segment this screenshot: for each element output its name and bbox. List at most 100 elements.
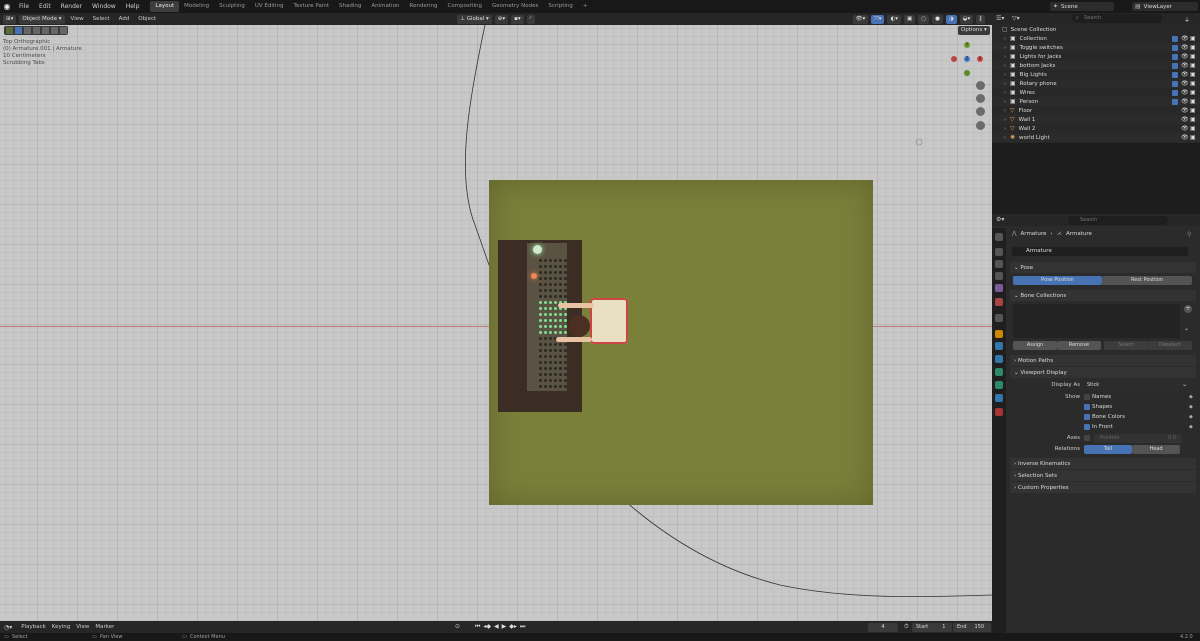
expand-arrow-icon[interactable]: ›	[1004, 135, 1006, 141]
include-checkbox[interactable]	[1172, 35, 1178, 42]
blender-logo-icon[interactable]: ◉	[0, 2, 14, 11]
tab-shading[interactable]: Shading	[334, 1, 366, 12]
expand-arrow-icon[interactable]: ›	[1004, 117, 1006, 123]
shapes-checkbox[interactable]	[1084, 404, 1090, 410]
tab-compositing[interactable]: Compositing	[443, 1, 487, 12]
editor-type-icon[interactable]: ⊞▾	[3, 14, 17, 24]
camera-icon[interactable]: ▣	[1190, 98, 1196, 105]
view-layer-selector[interactable]: ▤ ViewLayer	[1132, 2, 1198, 11]
next-keyframe-icon[interactable]: ◆▸	[509, 623, 517, 631]
select-bones-button[interactable]: Select	[1104, 341, 1148, 350]
bone-tab-icon[interactable]	[995, 381, 1003, 389]
visibility-icon[interactable]: 👁▾	[852, 14, 869, 24]
expand-arrow-icon[interactable]: ›	[1004, 36, 1006, 42]
menu-help[interactable]: Help	[121, 0, 145, 13]
include-checkbox[interactable]	[1172, 89, 1178, 96]
add-workspace-button[interactable]: +	[578, 1, 593, 12]
pivot-icon[interactable]: ⊕▾	[494, 14, 509, 24]
tab-uv-editing[interactable]: UV Editing	[250, 1, 289, 12]
head-button[interactable]: Head	[1132, 445, 1180, 454]
end-frame-field[interactable]: End 150	[953, 623, 991, 632]
outliner-item[interactable]: › ▣ Collection 👁 ▣	[992, 34, 1200, 43]
eye-icon[interactable]: 👁	[1181, 89, 1189, 96]
camera-icon[interactable]: ▣	[1190, 134, 1196, 141]
outliner-item[interactable]: › ▣ Toggle switches 👁 ▣	[992, 43, 1200, 52]
eye-icon[interactable]: 👁	[1181, 107, 1189, 114]
include-checkbox[interactable]	[1172, 80, 1178, 87]
shading-solid-icon[interactable]: ●	[932, 14, 943, 24]
expand-arrow-icon[interactable]: ›	[1004, 72, 1006, 78]
armature-data-tab-icon[interactable]	[995, 368, 1003, 376]
properties-editor-icon[interactable]: ⚙▾	[996, 216, 1004, 223]
jump-start-icon[interactable]: ⏮	[475, 623, 480, 631]
start-frame-field[interactable]: Start 1	[912, 623, 952, 632]
outliner-item[interactable]: › ▣ Person 👁 ▣	[992, 97, 1200, 106]
timeline-editor-icon[interactable]: ◔▾	[4, 624, 12, 631]
3d-viewport[interactable]: Top Orthographic (0) Armature.001 | Arma…	[0, 25, 992, 621]
outliner-item[interactable]: › ▽ Wall 2 👁 ▣	[992, 124, 1200, 133]
menu-window[interactable]: Window	[87, 0, 121, 13]
outliner-editor-icon[interactable]: ☰▾	[996, 15, 1004, 22]
menu-view[interactable]: View	[68, 16, 87, 22]
prev-keyframe-icon[interactable]: ◂◆	[483, 623, 491, 631]
gizmo-toggle-icon[interactable]: ⤧▾	[871, 14, 885, 24]
object-mode-dropdown[interactable]: Object Mode ▾	[19, 14, 65, 24]
menu-add[interactable]: Add	[116, 16, 133, 22]
outliner-scene-collection[interactable]: ▢ Scene Collection	[992, 25, 1200, 34]
expand-arrow-icon[interactable]: ›	[1004, 126, 1006, 132]
camera-icon[interactable]: ▣	[1190, 71, 1196, 78]
custom-properties-section-header[interactable]: › Custom Properties	[1010, 482, 1196, 493]
shading-rendered-icon[interactable]: ◒▾	[959, 14, 974, 24]
outliner-item[interactable]: › ▣ Rotary phone 👁 ▣	[992, 79, 1200, 88]
eye-icon[interactable]: 👁	[1181, 35, 1189, 42]
play-icon[interactable]: ▶	[502, 623, 507, 631]
keyframe-dot-icon[interactable]: ◆	[1189, 424, 1193, 430]
eye-icon[interactable]: 👁	[1181, 134, 1189, 141]
bone-colors-checkbox[interactable]	[1084, 414, 1090, 420]
tool-tab-icon[interactable]	[995, 233, 1003, 241]
tab-animation[interactable]: Animation	[366, 1, 404, 12]
snap-icon[interactable]: ▪▾	[511, 14, 524, 24]
outliner-search[interactable]: Search	[1072, 14, 1162, 23]
expand-arrow-icon[interactable]: ›	[1004, 81, 1006, 87]
jump-end-icon[interactable]: ⏭	[520, 623, 525, 631]
camera-icon[interactable]: ▣	[1190, 107, 1196, 114]
outliner-item[interactable]: › ▣ bottom Jacks 👁 ▣	[992, 61, 1200, 70]
eye-icon[interactable]: 👁	[1181, 116, 1189, 123]
keyframe-dot-icon[interactable]: ◆	[1189, 414, 1193, 420]
shading-material-icon[interactable]: ◑	[945, 14, 957, 24]
armature-name-field[interactable]: Armature	[1012, 247, 1188, 256]
stopwatch-icon[interactable]: ⏱	[904, 623, 909, 631]
camera-icon[interactable]: ▣	[1190, 125, 1196, 132]
include-checkbox[interactable]	[1172, 62, 1178, 69]
tab-sculpting[interactable]: Sculpting	[214, 1, 250, 12]
names-checkbox[interactable]	[1084, 394, 1090, 400]
eye-icon[interactable]: 👁	[1181, 44, 1189, 51]
expand-arrow-icon[interactable]: ›	[1004, 108, 1006, 114]
axes-checkbox[interactable]	[1084, 435, 1090, 441]
tail-button[interactable]: Tail	[1084, 445, 1132, 454]
tab-scripting[interactable]: Scripting	[543, 1, 577, 12]
current-frame-field[interactable]: 4	[868, 623, 898, 632]
expand-arrow-icon[interactable]: ›	[1004, 63, 1006, 69]
shading-wireframe-icon[interactable]: ○	[918, 14, 930, 24]
physics-tab-icon[interactable]	[995, 355, 1003, 363]
xray-icon[interactable]: ▣	[904, 14, 916, 24]
menu-select[interactable]: Select	[90, 16, 113, 22]
eye-icon[interactable]: 👁	[1181, 62, 1189, 69]
pause-icon[interactable]: ∥	[976, 14, 985, 24]
viewport-display-section-header[interactable]: ⌄ Viewport Display	[1010, 367, 1196, 378]
outliner-filter-icon[interactable]: ⏚	[1184, 15, 1190, 24]
add-bone-collection-icon[interactable]: +	[1184, 305, 1192, 313]
camera-icon[interactable]: ▣	[1190, 44, 1196, 51]
scene-selector[interactable]: ✦ Scene	[1050, 2, 1114, 11]
scene-tab-icon[interactable]	[995, 284, 1003, 292]
collection-tab-icon[interactable]	[995, 314, 1003, 322]
outliner-item[interactable]: › ▣ Big Lights 👁 ▣	[992, 70, 1200, 79]
view-layer-tab-icon[interactable]	[995, 272, 1003, 280]
include-checkbox[interactable]	[1172, 98, 1178, 105]
menu-edit[interactable]: Edit	[34, 0, 56, 13]
menu-render[interactable]: Render	[56, 0, 87, 13]
menu-playback[interactable]: Playback	[18, 624, 49, 630]
tab-modeling[interactable]: Modeling	[179, 1, 214, 12]
